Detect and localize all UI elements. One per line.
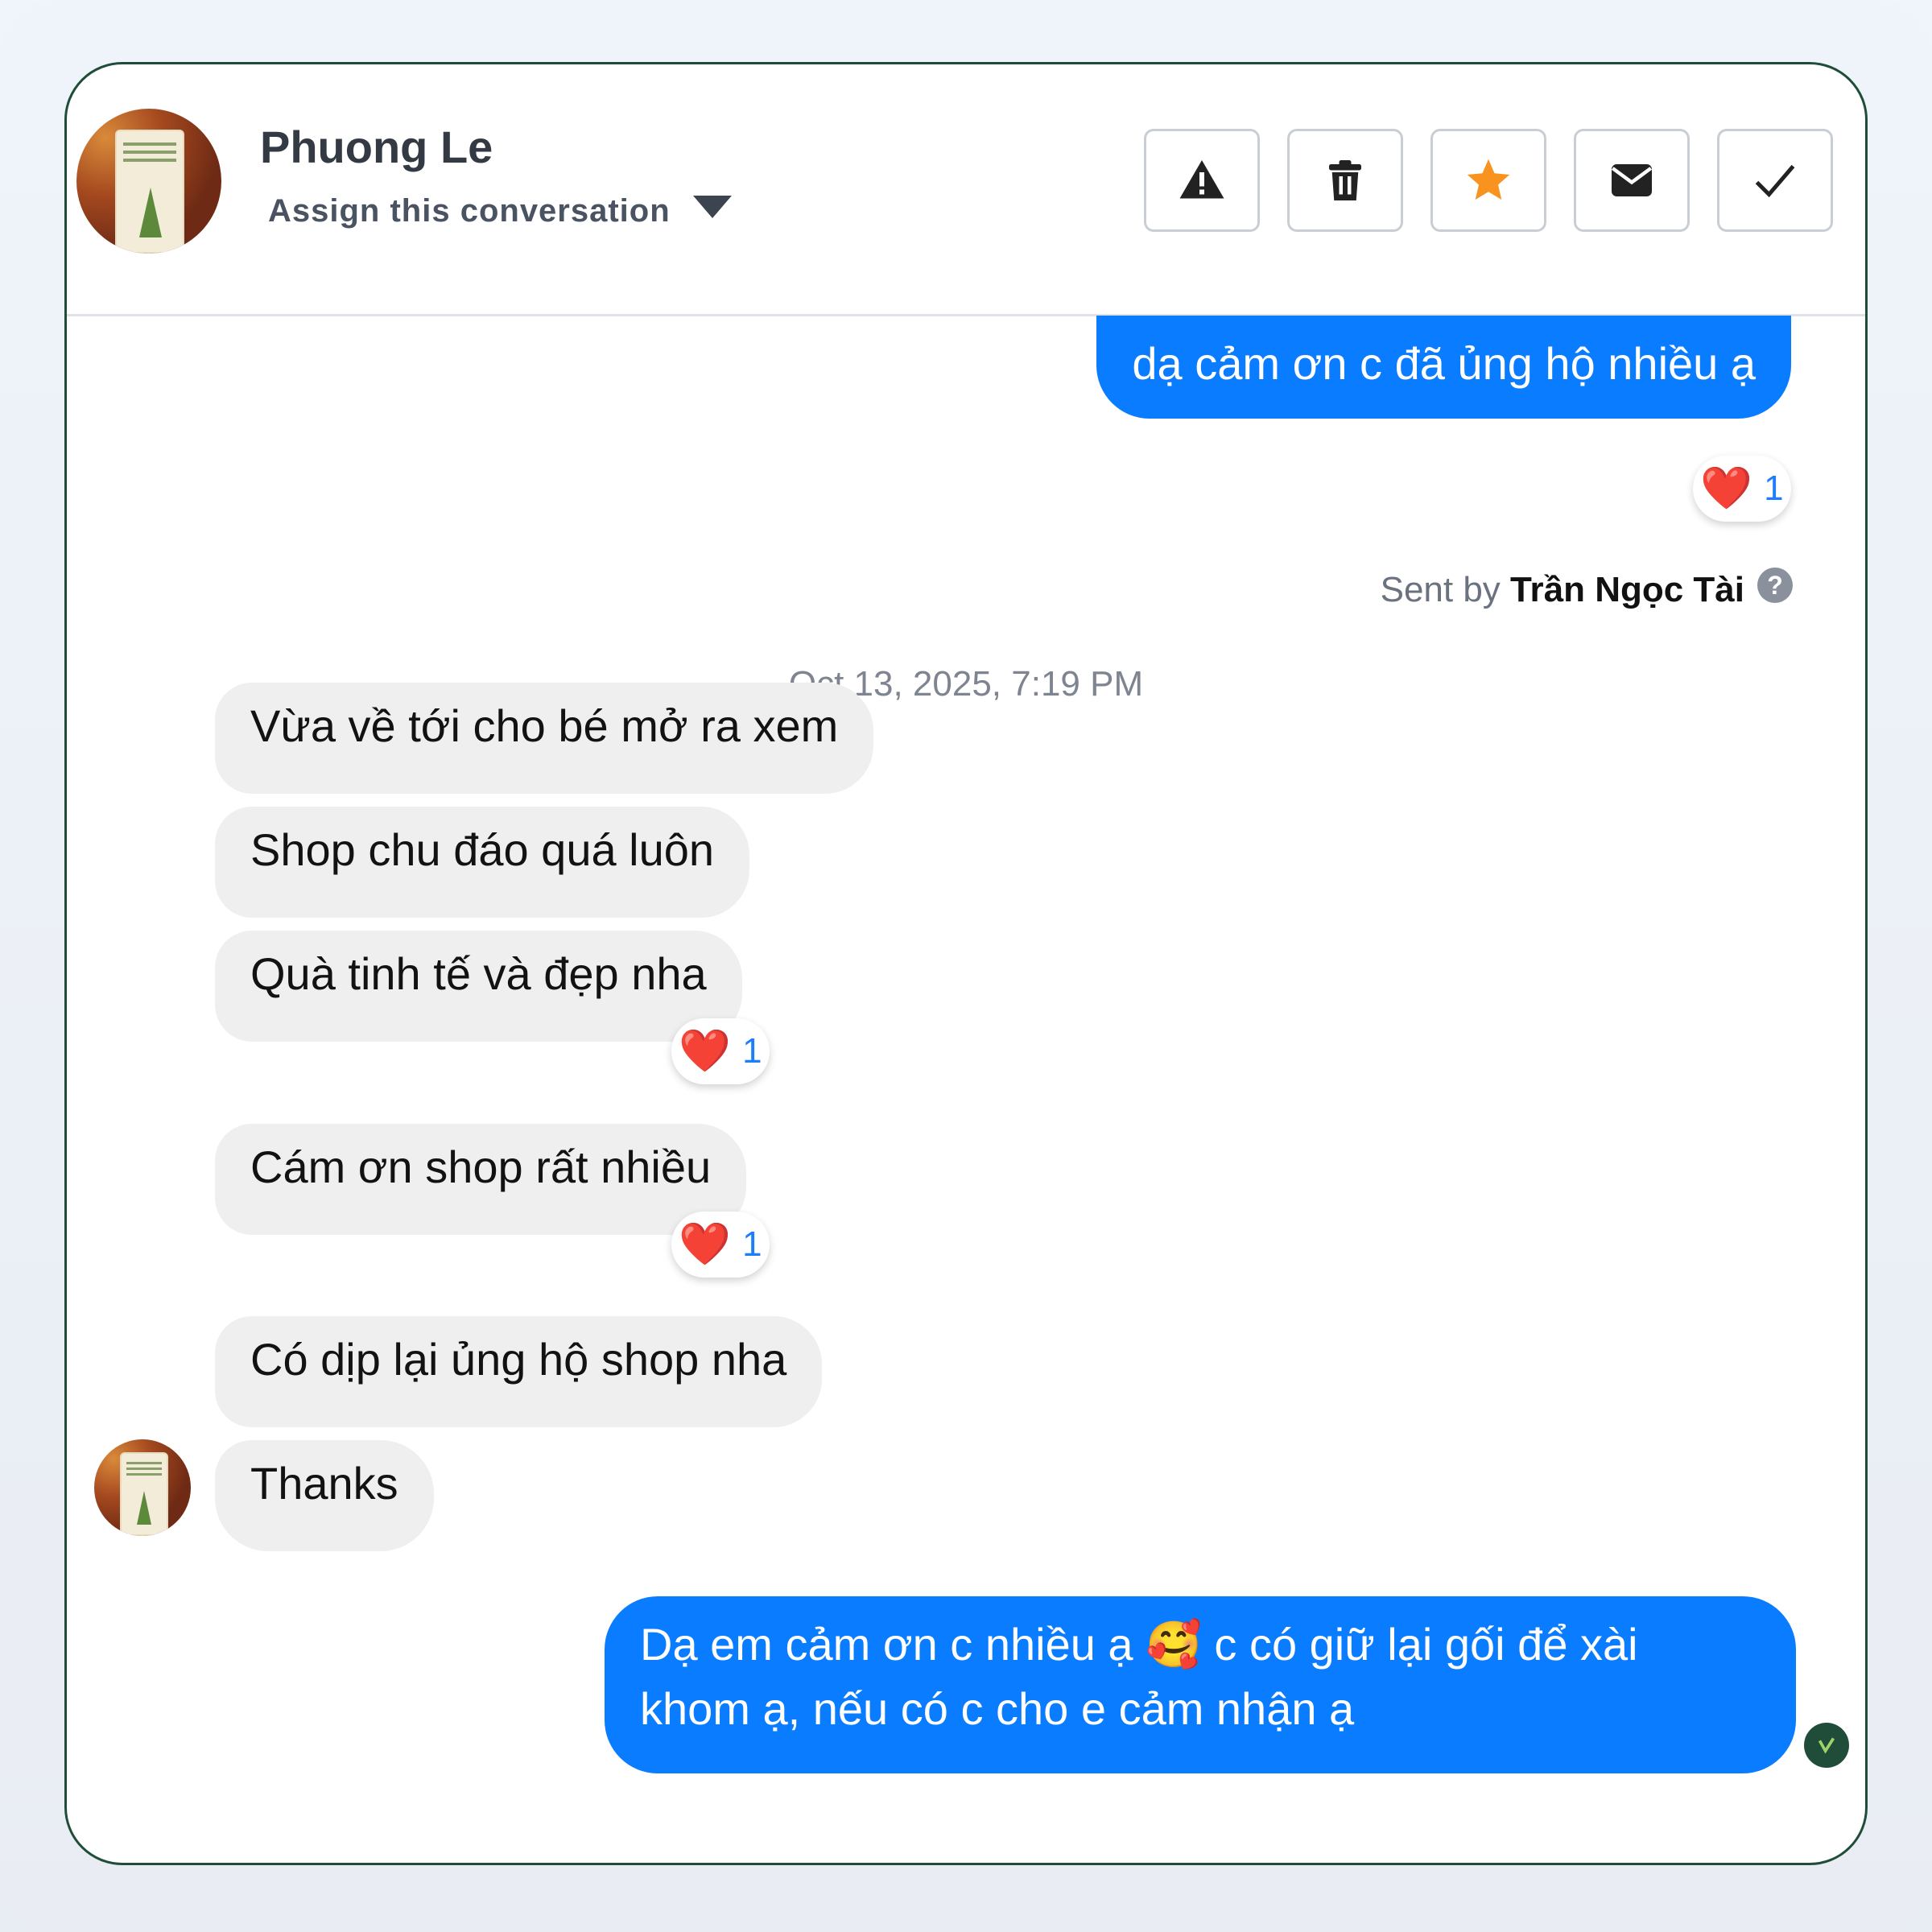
report-spam-button[interactable] <box>1144 129 1260 232</box>
reaction-count: 1 <box>742 1224 762 1264</box>
trash-icon <box>1329 160 1361 200</box>
message-reaction[interactable]: ❤️ 1 <box>671 1018 770 1084</box>
contact-name[interactable]: Phuong Le <box>260 121 493 173</box>
conversation-panel: Phuong Le Assign this conversation dạ cả… <box>64 62 1868 1865</box>
reaction-count: 1 <box>742 1031 762 1071</box>
reaction-count: 1 <box>1764 469 1784 508</box>
incoming-message[interactable]: Shop chu đáo quá luôn <box>215 807 750 918</box>
seen-indicator-icon <box>1804 1723 1849 1768</box>
avatar-book-image <box>117 131 183 252</box>
outgoing-message[interactable]: Dạ em cảm ơn c nhiều ạ 🥰 c có giữ lại gố… <box>605 1596 1796 1773</box>
conversation-header: Phuong Le Assign this conversation <box>67 64 1865 316</box>
heart-icon: ❤️ <box>1700 465 1753 512</box>
incoming-message[interactable]: Cám ơn shop rất nhiều <box>215 1124 747 1235</box>
outgoing-message[interactable]: dạ cảm ơn c đã ủng hộ nhiều ạ <box>1096 316 1791 419</box>
delete-button[interactable] <box>1287 129 1403 232</box>
heart-icon: ❤️ <box>679 1221 732 1268</box>
message-reaction[interactable]: ❤️ 1 <box>1693 456 1791 522</box>
envelope-icon <box>1611 164 1653 196</box>
avatar-book-image <box>122 1454 167 1534</box>
message-reaction[interactable]: ❤️ 1 <box>671 1212 770 1278</box>
contact-avatar[interactable] <box>76 109 221 254</box>
star-button[interactable] <box>1430 129 1546 232</box>
mark-done-button[interactable] <box>1717 129 1833 232</box>
warning-icon <box>1179 160 1224 199</box>
heart-icon: ❤️ <box>679 1028 732 1075</box>
assign-conversation-link[interactable]: Assign this conversation <box>268 193 671 229</box>
message-line: khom ạ, nếu có c cho e cảm nhận ạ <box>640 1683 1355 1734</box>
help-icon[interactable]: ? <box>1757 568 1793 603</box>
incoming-message[interactable]: Có dịp lại ủng hộ shop nha <box>215 1316 823 1427</box>
mark-unread-button[interactable] <box>1574 129 1690 232</box>
sent-by-label: Sent by Trần Ngọc Tài <box>1380 570 1744 609</box>
contact-avatar-small[interactable] <box>94 1439 191 1536</box>
incoming-message[interactable]: Thanks <box>215 1440 434 1551</box>
message-line: Dạ em cảm ơn c nhiều ạ 🥰 c có giữ lại gố… <box>640 1619 1638 1670</box>
star-icon <box>1467 159 1510 200</box>
checkmark-icon <box>1755 164 1795 198</box>
incoming-message[interactable]: Vừa về tới cho bé mở ra xem <box>215 683 874 794</box>
chevron-down-icon[interactable] <box>693 196 732 218</box>
incoming-message[interactable]: Quà tinh tế và đẹp nha <box>215 931 742 1042</box>
sender-name: Trần Ngọc Tài <box>1510 570 1744 609</box>
